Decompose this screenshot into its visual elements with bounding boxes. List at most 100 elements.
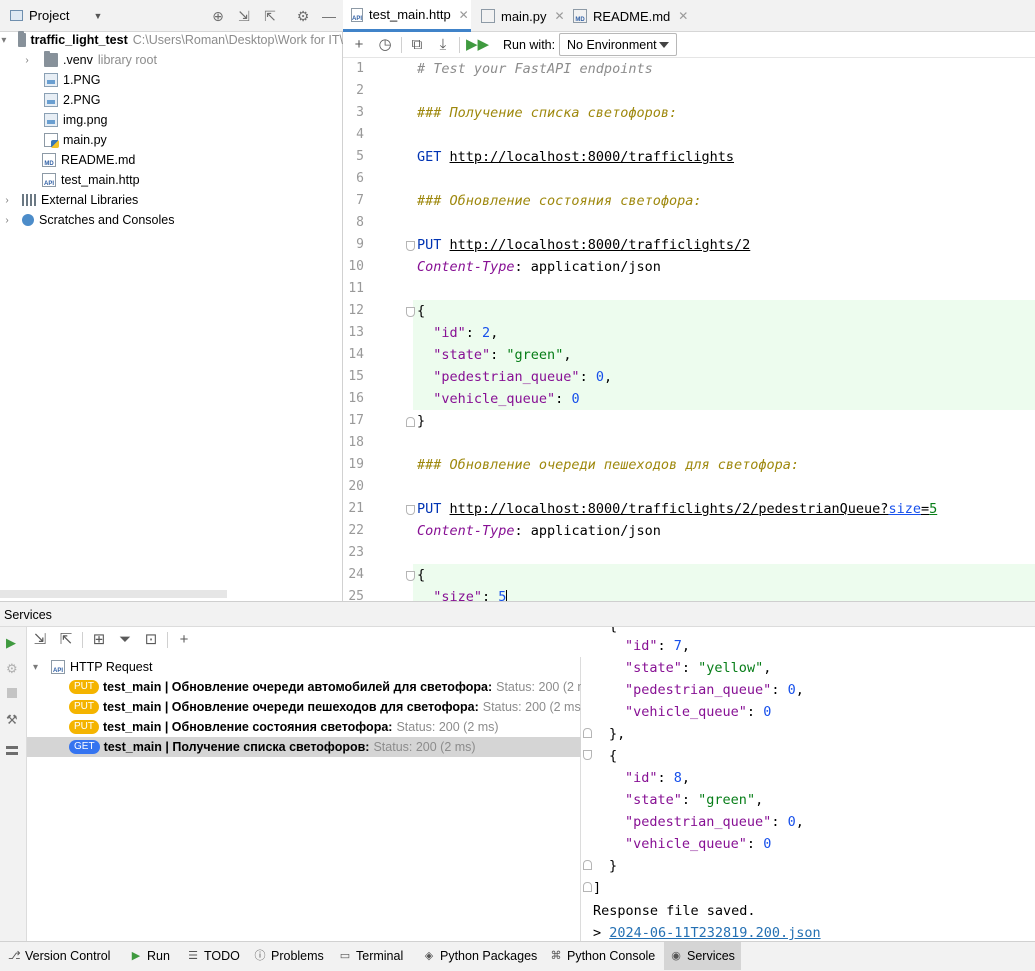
horizontal-scrollbar[interactable] [0, 590, 227, 598]
toolbar-separator [167, 632, 168, 648]
tool-python-console[interactable]: ⌘ Python Console [544, 942, 661, 970]
code-editor[interactable]: 1 2 3 4 5 6 7 8 9 10 11 12 13 14 15 16 17 18 19 20 21 22 23 24 2… [343, 58, 1035, 601]
chevron-right-icon[interactable]: › [0, 215, 14, 226]
json-value: 0 [763, 836, 772, 852]
tool-todo[interactable]: ☰ TODO [181, 942, 246, 970]
request-url[interactable]: http://localhost:8000/trafficlights/2 [450, 237, 751, 253]
add-request-icon[interactable]: + [349, 35, 369, 55]
chevron-down-icon[interactable]: ▾ [33, 662, 47, 673]
services-tree: ▾ API HTTP Request PUT test_main | Обнов… [27, 657, 598, 941]
services-title: Services [4, 608, 52, 622]
tool-python-packages[interactable]: ◈ Python Packages [417, 942, 543, 970]
wrench-icon[interactable]: ⚒ [6, 712, 18, 728]
json-value: 7 [673, 638, 682, 654]
response-line: }, [609, 726, 626, 742]
layout-icon[interactable] [6, 746, 18, 755]
markdown-file-icon: MD [573, 9, 587, 23]
fold-icon[interactable] [583, 860, 592, 870]
minimize-icon[interactable]: — [320, 7, 338, 25]
fold-icon[interactable] [406, 417, 415, 427]
chevron-right-icon[interactable]: › [20, 55, 34, 66]
debug-icon[interactable]: ⚙ [6, 661, 18, 677]
tree-item-label: img.png [63, 113, 108, 127]
environment-select[interactable]: No Environment [559, 33, 677, 56]
import-icon[interactable]: ⤓ [433, 35, 453, 55]
fold-icon[interactable] [583, 750, 592, 760]
collapse-all-icon[interactable]: ⇱ [261, 7, 279, 25]
run-with-label: Run with: [503, 38, 556, 52]
tree-item-2png[interactable]: 2.PNG [0, 90, 343, 110]
tree-item-imgpng[interactable]: img.png [0, 110, 343, 130]
tree-item-external-libraries[interactable]: › External Libraries [0, 190, 343, 210]
tree-root[interactable]: ▾ traffic_light_test C:\Users\Roman\Desk… [0, 30, 343, 50]
locate-icon[interactable]: ⊕ [209, 7, 227, 25]
tool-terminal[interactable]: ▭ Terminal [333, 942, 409, 970]
close-icon[interactable]: ✕ [678, 9, 688, 23]
run-all-icon[interactable]: ▶▶ [466, 35, 489, 55]
code-line-13: "id": 2, [417, 325, 499, 341]
tree-item-readme[interactable]: MD README.md [0, 150, 343, 170]
response-line: "pedestrian_queue": 0, [625, 682, 804, 698]
line-number: 7 [356, 193, 364, 208]
response-prefix: > [593, 925, 610, 941]
project-view-selector[interactable]: Project ▼ [10, 8, 102, 23]
response-line: "state": "yellow", [625, 660, 772, 676]
services-panel-header: Services [0, 601, 1035, 627]
toolbar-separator [82, 632, 83, 648]
copy-icon[interactable]: ⧉ [407, 35, 427, 55]
line-number: 11 [348, 281, 364, 296]
expand-all-icon[interactable]: ⇲ [235, 7, 253, 25]
fold-icon[interactable] [406, 505, 415, 515]
service-request-row[interactable]: PUT test_main | Обновление очереди автом… [27, 677, 598, 697]
gear-icon[interactable]: ⚙ [294, 7, 312, 25]
close-icon[interactable]: ✕ [555, 9, 565, 23]
http-file-icon: API [351, 7, 364, 22]
response-line: "id": 7, [625, 638, 691, 654]
stop-icon[interactable] [7, 688, 17, 698]
response-viewer[interactable]: { "id": 7, "state": "yellow", "pedestria… [581, 627, 1035, 941]
fold-icon[interactable] [583, 882, 592, 892]
problems-icon: ⓘ [254, 950, 266, 962]
tool-label: Python Packages [440, 949, 538, 963]
fold-icon[interactable] [406, 571, 415, 581]
collapse-all-icon[interactable]: ⇱ [56, 630, 76, 650]
history-icon[interactable]: ◷ [375, 35, 395, 55]
tab-test-main-http[interactable]: API test_main.http ✕ [343, 0, 471, 32]
tree-item-label: Scratches and Consoles [39, 213, 175, 227]
tool-services[interactable]: ◉ Services [664, 942, 741, 970]
fold-icon[interactable] [583, 728, 592, 738]
run-icon[interactable]: ▶ [6, 635, 16, 651]
request-url[interactable]: http://localhost:8000/trafficlights [450, 149, 734, 165]
json-value: 0 [787, 814, 796, 830]
chevron-right-icon[interactable]: › [0, 195, 14, 206]
http-request-group[interactable]: ▾ API HTTP Request [27, 657, 581, 677]
tool-label: Terminal [356, 949, 404, 963]
new-tab-icon[interactable]: ⊡ [141, 630, 161, 650]
service-request-row[interactable]: GET test_main | Получение списка светофо… [27, 737, 581, 757]
json-value: 0 [787, 682, 796, 698]
add-service-icon[interactable]: + [174, 630, 194, 650]
tab-readme[interactable]: MD README.md ✕ [565, 0, 696, 32]
tree-item-test-main-http[interactable]: API test_main.http [0, 170, 343, 190]
tree-item-1png[interactable]: 1.PNG [0, 70, 343, 90]
tool-version-control[interactable]: ⎇ Version Control [2, 942, 116, 970]
http-file-icon: API [51, 660, 65, 674]
fold-icon[interactable] [406, 307, 415, 317]
service-request-row[interactable]: PUT test_main | Обновление очереди пешех… [27, 697, 585, 717]
tree-item-scratches[interactable]: › Scratches and Consoles [0, 210, 343, 230]
service-request-row[interactable]: PUT test_main | Обновление состояния све… [27, 717, 581, 737]
group-by-icon[interactable]: ⊞ [89, 630, 109, 650]
tool-problems[interactable]: ⓘ Problems [248, 942, 330, 970]
tool-run[interactable]: ▶ Run [124, 942, 176, 970]
tab-main-py[interactable]: main.py ✕ [473, 0, 573, 32]
tree-item-mainpy[interactable]: main.py [0, 130, 343, 150]
request-url[interactable]: http://localhost:8000/trafficlights/2/pe… [450, 501, 889, 517]
fold-icon[interactable] [406, 241, 415, 251]
response-file-link[interactable]: 2024-06-11T232819.200.json [609, 925, 820, 941]
chevron-down-icon[interactable]: ▾ [0, 35, 8, 46]
tree-item-venv[interactable]: › .venv library root [0, 50, 343, 70]
close-icon[interactable]: ✕ [459, 8, 469, 22]
expand-all-icon[interactable]: ⇲ [30, 630, 50, 650]
filter-icon[interactable]: ⏷ [115, 630, 135, 650]
request-name: test_main | Обновление состояния светофо… [103, 720, 393, 734]
